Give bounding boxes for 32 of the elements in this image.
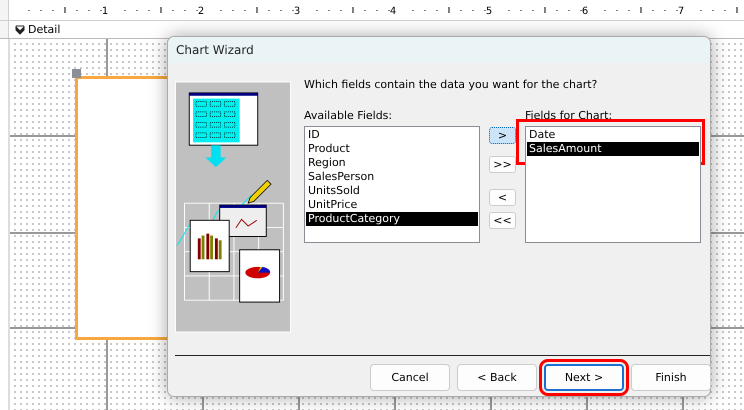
window-title: Chart Wizard <box>176 43 254 57</box>
move-handle[interactable] <box>72 69 81 78</box>
list-item[interactable]: UnitsSold <box>306 184 478 198</box>
move-button[interactable]: >> <box>489 156 516 173</box>
list-item[interactable]: Region <box>306 156 478 170</box>
ruler-number: 1 <box>102 6 108 17</box>
list-item[interactable]: Product <box>306 142 478 156</box>
dialog-button[interactable]: Finish <box>631 364 711 391</box>
dialog-button[interactable]: Cancel <box>370 364 450 391</box>
list-box[interactable]: Date SalesAmount <box>525 126 701 243</box>
list-box[interactable]: ID Product Region SalesPerson UnitsSold UnitPrice ProductCategory <box>304 126 480 243</box>
section-label: Detail <box>28 23 60 36</box>
list-item[interactable]: UnitPrice <box>306 198 478 212</box>
ruler-number: 5 <box>486 6 492 17</box>
dialog-button[interactable]: < Back <box>457 364 537 391</box>
list-label: Fields for Chart: <box>525 109 612 122</box>
move-button[interactable]: << <box>489 212 516 229</box>
ruler-number: 4 <box>390 6 396 17</box>
list-item[interactable]: ID <box>306 128 478 142</box>
ruler-number: 6 <box>582 6 588 17</box>
move-button[interactable]: > <box>489 127 516 144</box>
list-item[interactable]: ProductCategory <box>306 212 478 226</box>
list-item[interactable]: SalesPerson <box>306 170 478 184</box>
move-button[interactable]: < <box>489 189 516 206</box>
ruler-number: 7 <box>678 6 684 17</box>
list-item[interactable]: Date <box>527 128 699 142</box>
ruler-number: 3 <box>294 6 300 17</box>
ruler-number: 2 <box>198 6 204 17</box>
question-text: Which fields contain the data you want for the chart? <box>304 78 598 93</box>
list-item[interactable]: SalesAmount <box>527 142 699 156</box>
list-label: Available Fields: <box>304 109 392 122</box>
arrow-icon <box>15 24 25 34</box>
